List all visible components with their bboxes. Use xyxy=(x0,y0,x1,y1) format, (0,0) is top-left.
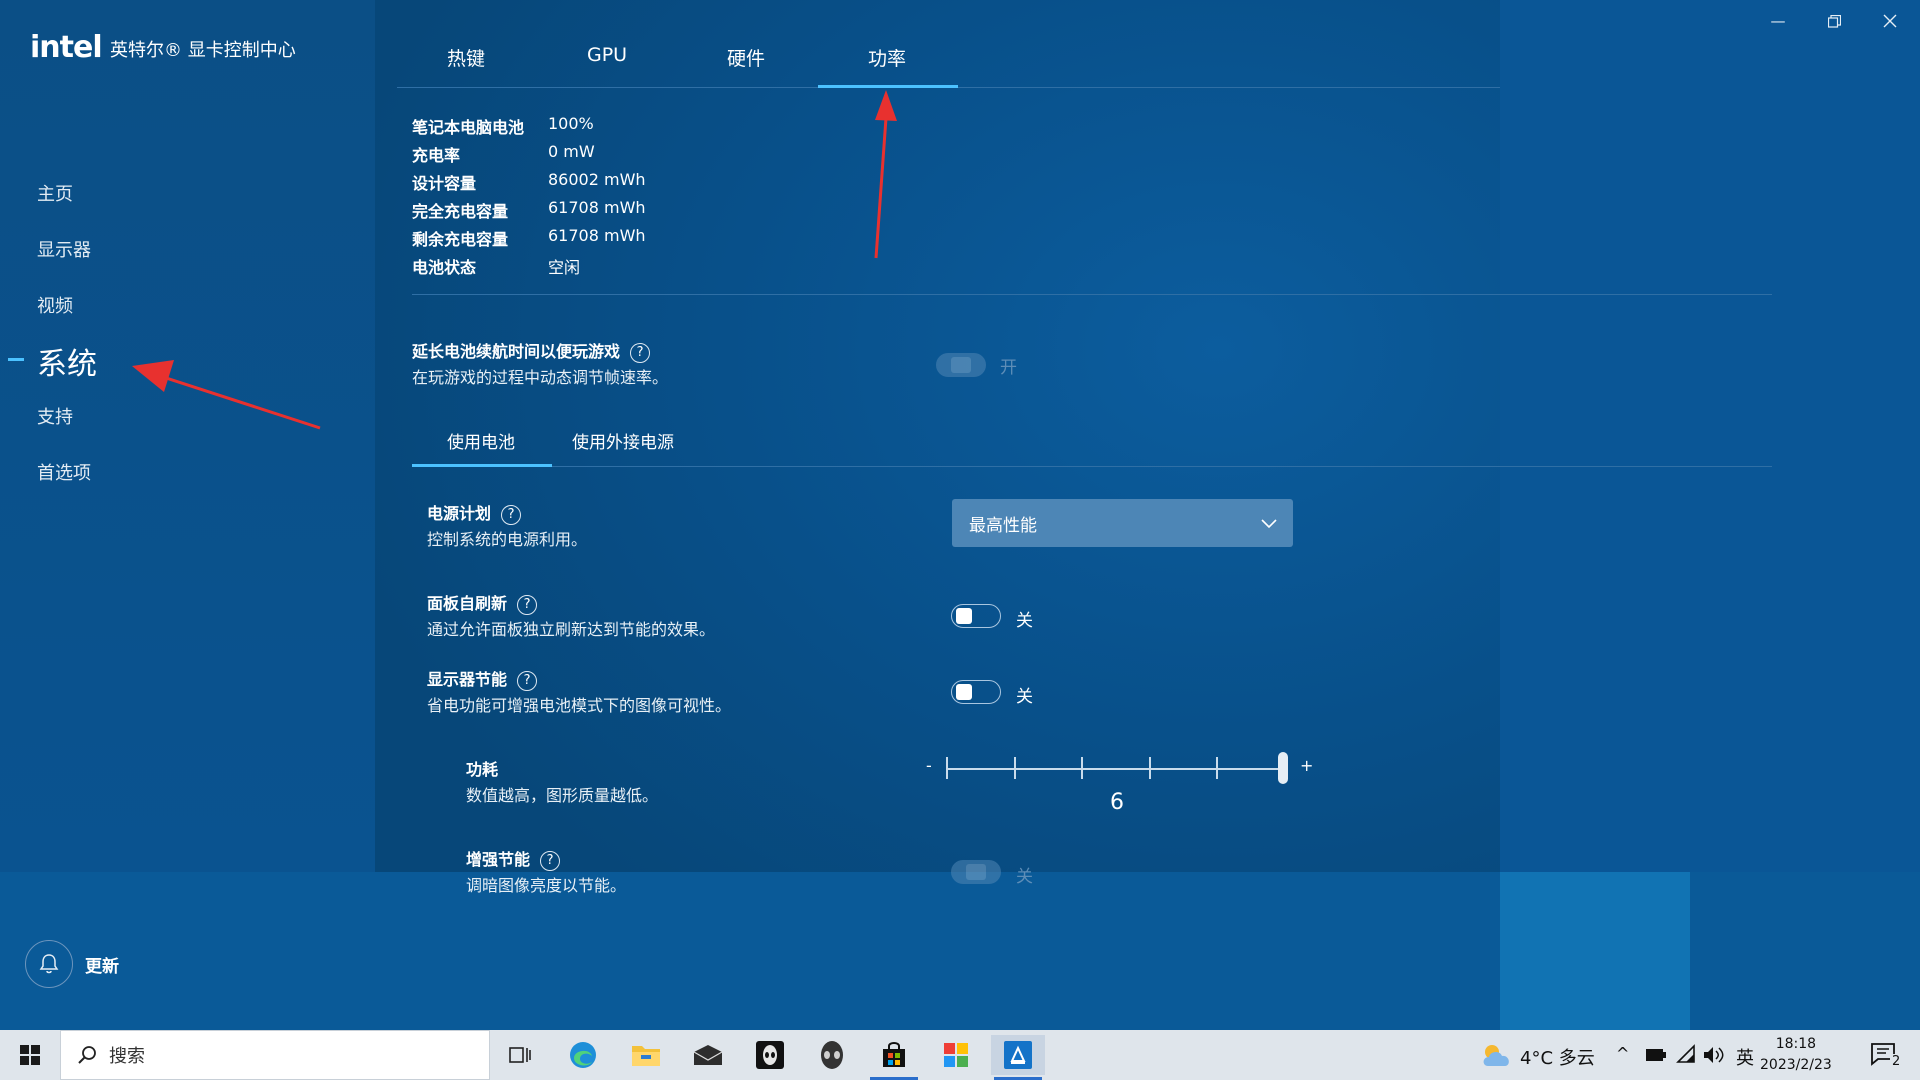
battery-icon[interactable] xyxy=(1645,1048,1667,1062)
search-placeholder: 搜索 xyxy=(109,1046,145,1067)
store-icon xyxy=(883,1042,905,1067)
notification-center-button[interactable]: 2 xyxy=(1866,1040,1906,1072)
taskbar-intel-graphics[interactable] xyxy=(991,1035,1045,1080)
alien-head-icon xyxy=(821,1041,843,1069)
intel-graphics-icon xyxy=(1004,1041,1032,1069)
taskbar-mail[interactable] xyxy=(681,1035,735,1075)
weather-text[interactable]: 4°C 多云 xyxy=(1520,1044,1595,1070)
mail-icon xyxy=(693,1045,723,1065)
ime-indicator[interactable]: 英 xyxy=(1736,1044,1754,1070)
taskbar-photos-app[interactable] xyxy=(929,1035,983,1075)
task-view-icon xyxy=(509,1047,531,1063)
windows-icon xyxy=(20,1045,40,1065)
alien-app-icon xyxy=(756,1041,784,1069)
clock-time: 18:18 xyxy=(1775,1036,1817,1052)
annotation-arrow-system xyxy=(132,360,321,430)
annotation-arrow-power-tab xyxy=(874,90,897,259)
chevron-up-icon[interactable]: ^ xyxy=(1616,1044,1629,1063)
notification-count: 2 xyxy=(1890,1054,1903,1069)
wifi-icon[interactable] xyxy=(1676,1044,1696,1064)
taskbar-clock[interactable]: 18:18 2023/2/23 xyxy=(1760,1034,1832,1076)
taskbar-search-box[interactable]: 搜索 xyxy=(60,1030,490,1080)
volume-icon[interactable] xyxy=(1702,1045,1724,1065)
taskbar-file-explorer[interactable] xyxy=(619,1035,673,1075)
clock-date: 2023/2/23 xyxy=(1760,1057,1832,1073)
taskbar-alienware-app[interactable] xyxy=(743,1035,797,1075)
edge-icon xyxy=(570,1042,596,1068)
search-icon xyxy=(78,1046,96,1064)
weather-cloudy-icon xyxy=(1483,1045,1509,1066)
taskbar: 搜索 4°C 多云 ^ 英 18:18 2023/2/23 2 xyxy=(0,1030,1920,1080)
graphics-command-center-window: intel 英特尔® 显卡控制中心 — 主页 显示器 视频 系统 支持 首选项 … xyxy=(0,0,1920,1030)
app-tiles-icon xyxy=(944,1043,968,1067)
start-button[interactable] xyxy=(0,1030,60,1080)
taskbar-alienware-command-center[interactable] xyxy=(805,1035,859,1075)
folder-icon xyxy=(632,1046,660,1066)
taskbar-store[interactable] xyxy=(867,1035,921,1080)
task-view-button[interactable] xyxy=(493,1035,547,1075)
annotation-arrows xyxy=(132,90,897,430)
taskbar-edge[interactable] xyxy=(556,1035,610,1075)
